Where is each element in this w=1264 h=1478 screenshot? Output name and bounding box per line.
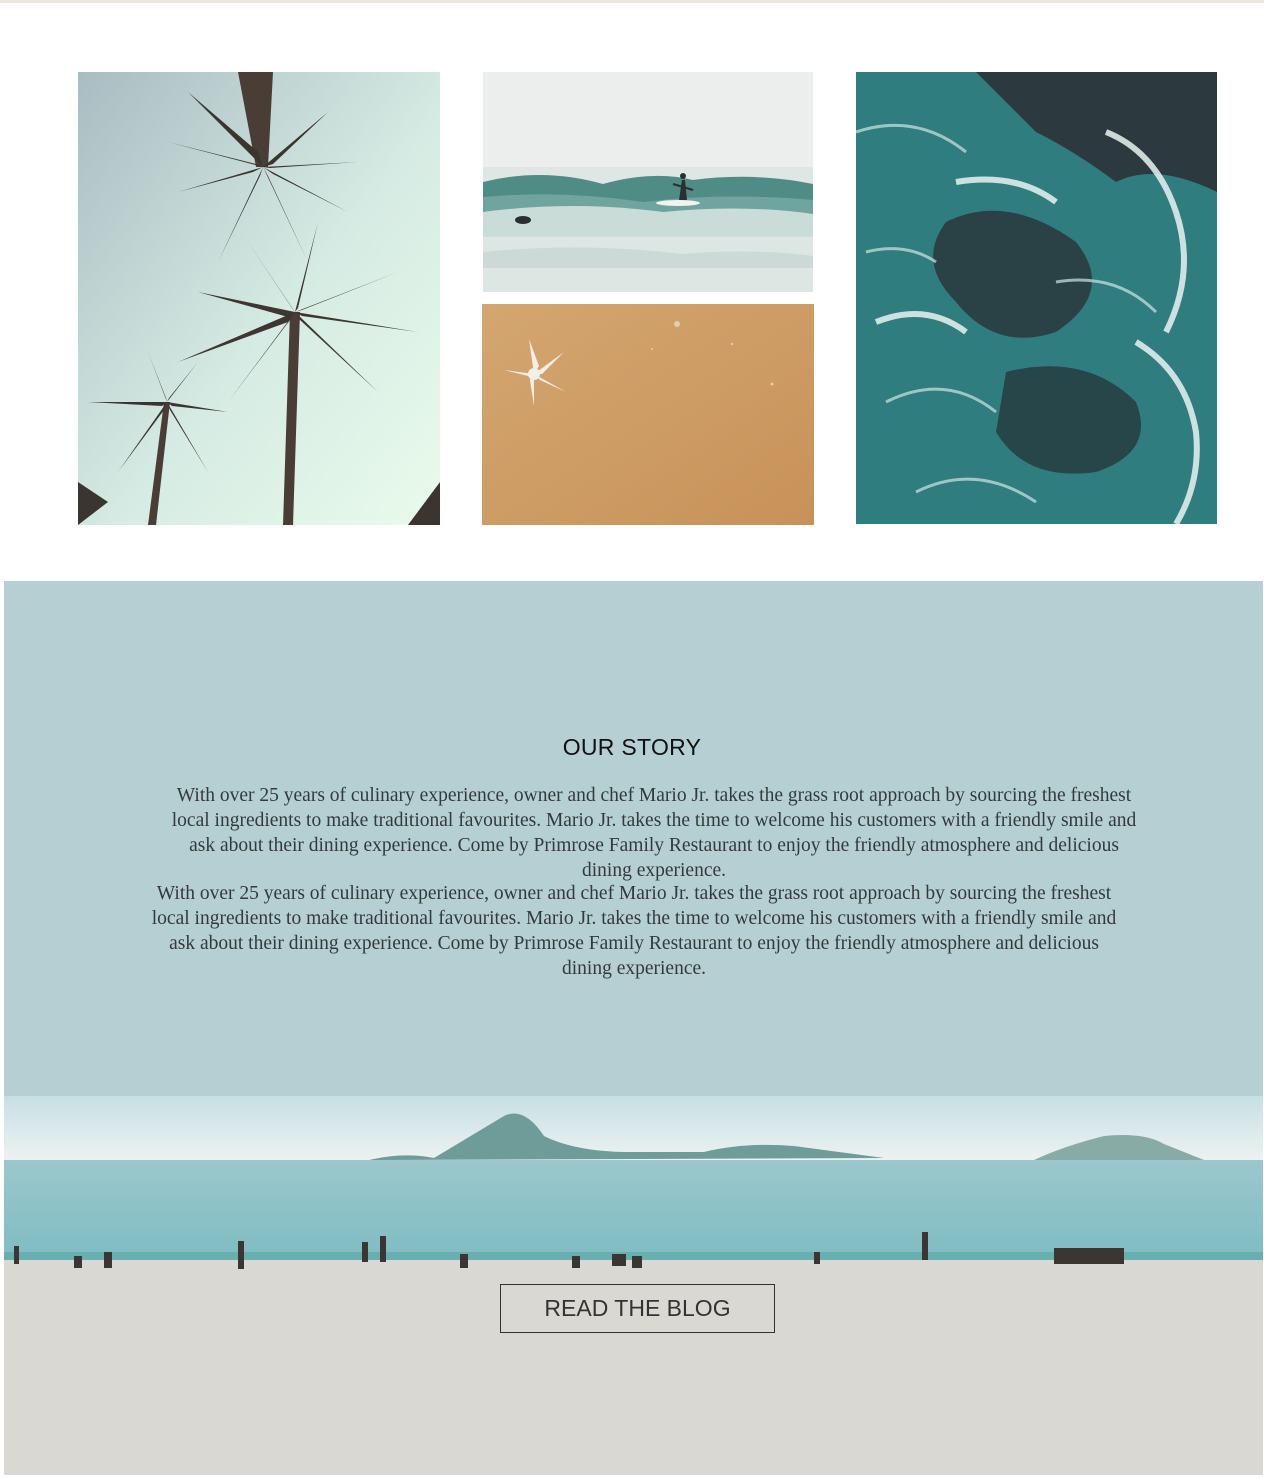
story-paragraph: With over 25 years of culinary experienc… <box>151 883 1117 979</box>
palm-trees-photo <box>78 72 440 525</box>
story-paragraph: With over 25 years of culinary experienc… <box>171 785 1137 881</box>
starfish-sand-photo <box>482 304 814 525</box>
page: OUR STORY With over 25 years of culinary… <box>0 0 1264 1478</box>
surfer-wave-photo <box>483 72 813 292</box>
top-divider <box>0 0 1264 3</box>
story-title: OUR STORY <box>562 734 702 760</box>
read-blog-button[interactable]: READ THE BLOG <box>500 1284 775 1333</box>
ocean-waves-photo <box>856 72 1217 524</box>
